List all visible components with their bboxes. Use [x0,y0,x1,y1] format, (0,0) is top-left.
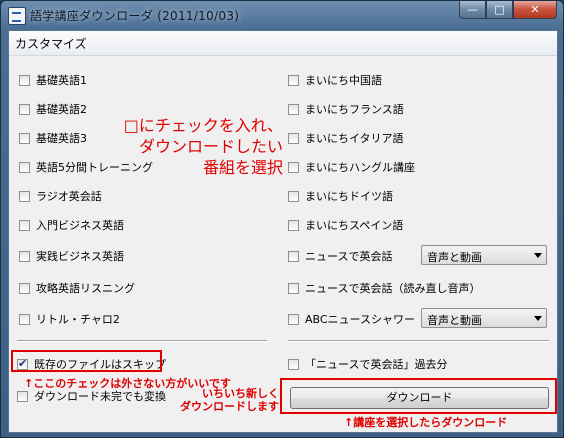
separator [17,340,267,342]
checkbox-course-kiso3[interactable]: 基礎英語3 [19,130,87,146]
app-window: 語学講座ダウンローダ (2011/10/03) — □ ✕ カスタマイズ 基礎英… [0,0,564,438]
checkbox-label: 基礎英語1 [36,74,87,87]
checkbox-box[interactable] [288,358,299,370]
checkbox-course-news-eikaiwa[interactable]: ニュースで英会話 [288,248,392,264]
checkbox-course-spanish[interactable]: まいにちスペイン語 [288,217,403,233]
checkbox-box[interactable] [288,74,299,86]
checkbox-box[interactable] [288,103,299,115]
redownload-note: いちいち新しく ダウンロードします [164,387,279,413]
checkbox-box[interactable] [19,132,30,144]
checkbox-box[interactable] [288,190,299,202]
checkbox-box[interactable] [19,190,30,202]
title-bar[interactable]: 語学講座ダウンローダ (2011/10/03) — □ ✕ [1,1,563,29]
separator [288,340,549,342]
checkbox-label: 基礎英語2 [36,103,87,116]
checkbox-box[interactable] [19,219,30,231]
checkbox-label: まいにちハングル講座 [305,161,415,174]
checkbox-label: ニュースで英会話 [305,250,393,263]
checkbox-label: ABCニュースシャワー [305,313,416,326]
highlight-skip-existing [11,350,162,372]
checkbox-label: まいにちイタリア語 [305,132,404,145]
select-instruction-note: □にチェックを入れ、 ダウンロードしたい 番組を選択 [111,115,283,178]
minimize-icon[interactable]: — [459,1,486,19]
checkbox-label: 実践ビジネス英語 [36,250,124,263]
checkbox-label: ニュースで英会話（読み直し音声） [305,282,481,295]
checkbox-course-nyumon-business[interactable]: 入門ビジネス英語 [19,217,124,233]
checkbox-label: まいにちドイツ語 [305,190,393,203]
checkbox-course-kiso2[interactable]: 基礎英語2 [19,101,87,117]
checkbox-course-kiso1[interactable]: 基礎英語1 [19,72,87,88]
chevron-down-icon [534,253,542,258]
checkbox-label: 「ニュースで英会話」過去分 [305,358,448,371]
news-format-value: 音声と動画 [427,251,482,264]
checkbox-box[interactable] [288,132,299,144]
checkbox-label: まいにちスペイン語 [305,219,404,232]
checkbox-label: 入門ビジネス英語 [36,219,124,232]
download-note: ↑講座を選択したらダウンロード [344,416,508,429]
note-line: ダウンロードしたい [138,137,283,156]
checkbox-course-news-yominaoshi[interactable]: ニュースで英会話（読み直し音声） [288,280,480,296]
checkbox-course-abc-news[interactable]: ABCニュースシャワー [288,311,415,327]
checkbox-box[interactable] [19,250,30,262]
checkbox-box[interactable] [288,219,299,231]
checkbox-box[interactable] [19,161,30,173]
abc-format-value: 音声と動画 [427,314,482,327]
checkbox-label: まいにち中国語 [305,74,382,87]
checkbox-news-past[interactable]: 「ニュースで英会話」過去分 [288,356,447,372]
checkbox-box[interactable] [288,282,299,294]
checkbox-course-chinese[interactable]: まいにち中国語 [288,72,382,88]
checkbox-box[interactable] [19,313,30,325]
checkbox-label: ラジオ英会話 [36,190,102,203]
checkbox-course-french[interactable]: まいにちフランス語 [288,101,404,117]
note-line: いちいち新しく [202,387,279,400]
checkbox-box[interactable] [19,103,30,115]
close-icon[interactable]: ✕ [513,1,557,19]
chevron-down-icon [534,316,542,321]
note-line: □にチェックを入れ、 [123,116,283,135]
checkbox-course-radio-eikaiwa[interactable]: ラジオ英会話 [19,188,102,204]
checkbox-box[interactable] [19,282,30,294]
client-area: カスタマイズ 基礎英語1 基礎英語2 基礎英語3 英語5分間トレーニング ラジオ… [8,30,558,433]
note-line: 番組を選択 [202,158,283,177]
checkbox-course-listening[interactable]: 攻略英語リスニング [19,280,135,296]
news-format-select[interactable]: 音声と動画 [421,245,547,265]
checkbox-course-jissen-business[interactable]: 実践ビジネス英語 [19,248,124,264]
checkbox-box[interactable] [288,250,299,262]
note-line: ダウンロードします [180,400,279,413]
checkbox-label: まいにちフランス語 [305,103,404,116]
checkbox-course-german[interactable]: まいにちドイツ語 [288,188,393,204]
window-title: 語学講座ダウンローダ (2011/10/03) [30,9,240,23]
maximize-icon[interactable]: □ [486,1,513,19]
menu-bar: カスタマイズ [9,31,557,56]
highlight-download-button [280,378,557,414]
menu-customize[interactable]: カスタマイズ [15,35,87,52]
checkbox-box[interactable] [17,390,28,402]
checkbox-box[interactable] [288,313,299,325]
checkbox-course-hangul[interactable]: まいにちハングル講座 [288,159,415,175]
checkbox-course-charo[interactable]: リトル・チャロ2 [19,311,120,327]
checkbox-box[interactable] [19,74,30,86]
checkbox-box[interactable] [288,161,299,173]
checkbox-label: リトル・チャロ2 [36,313,120,326]
checkbox-label: 攻略英語リスニング [36,282,135,295]
window-controls: — □ ✕ [459,1,557,20]
checkbox-label: 基礎英語3 [36,132,87,145]
abc-format-select[interactable]: 音声と動画 [421,308,547,328]
checkbox-course-italian[interactable]: まいにちイタリア語 [288,130,404,146]
app-icon [8,7,26,25]
